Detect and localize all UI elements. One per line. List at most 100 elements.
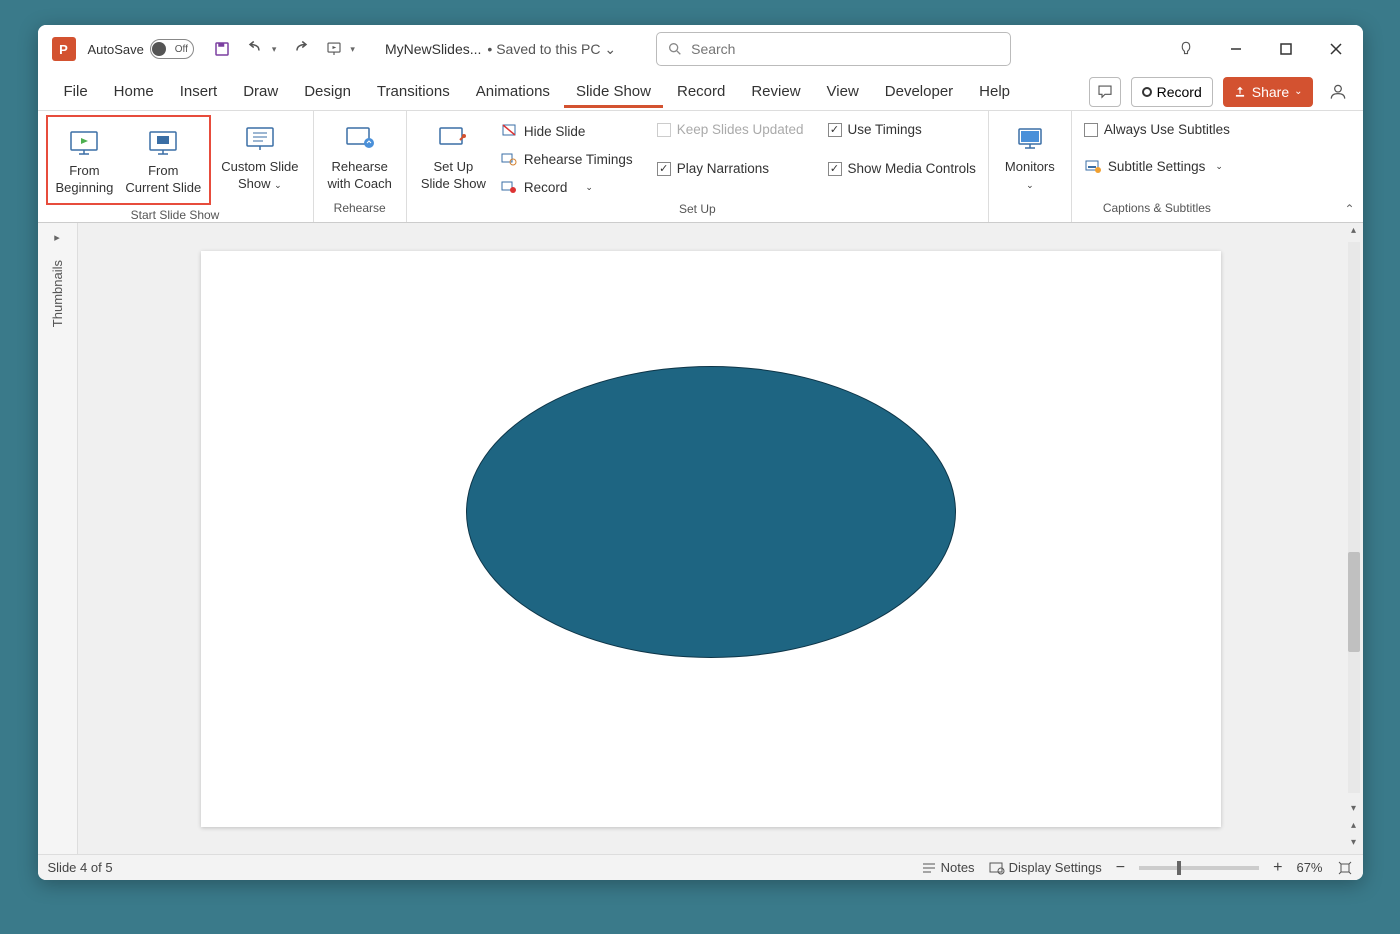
record-dropdown-button[interactable]: Record ⌄ bbox=[496, 175, 637, 199]
use-timings-checkbox[interactable]: Use Timings bbox=[824, 119, 980, 140]
tab-draw[interactable]: Draw bbox=[231, 75, 290, 108]
tab-view[interactable]: View bbox=[815, 75, 871, 108]
show-media-controls-checkbox[interactable]: Show Media Controls bbox=[824, 158, 980, 179]
minimize-button[interactable] bbox=[1225, 38, 1247, 60]
undo-button[interactable] bbox=[246, 39, 266, 59]
setup-col1: Hide Slide Rehearse Timings Record ⌄ bbox=[496, 115, 637, 199]
prev-slide-icon[interactable]: ▴ bbox=[1349, 818, 1358, 833]
share-button[interactable]: Share ⌄ bbox=[1223, 77, 1313, 107]
always-subtitles-label: Always Use Subtitles bbox=[1104, 122, 1230, 137]
checkbox-icon bbox=[828, 162, 842, 176]
thumbnail-panel[interactable]: ▸ Thumbnails bbox=[38, 223, 78, 854]
notes-button[interactable]: Notes bbox=[921, 860, 975, 875]
hide-slide-button[interactable]: Hide Slide bbox=[496, 119, 637, 143]
tab-file[interactable]: File bbox=[52, 75, 100, 108]
group-label-captions: Captions & Subtitles bbox=[1080, 198, 1234, 218]
toggle-knob bbox=[152, 42, 166, 56]
share-icon bbox=[1233, 85, 1247, 99]
slide-counter[interactable]: Slide 4 of 5 bbox=[48, 860, 113, 875]
subtitle-settings-icon bbox=[1084, 157, 1102, 175]
display-settings-button[interactable]: Display Settings bbox=[989, 860, 1102, 875]
account-icon[interactable] bbox=[1327, 81, 1349, 103]
slide-nav-arrows: ▾ ▴ ▾ bbox=[1349, 797, 1358, 854]
show-media-label: Show Media Controls bbox=[848, 161, 976, 176]
play-narrations-checkbox[interactable]: Play Narrations bbox=[653, 158, 808, 179]
chevron-down-icon: ⌄ bbox=[274, 180, 282, 190]
always-subtitles-checkbox[interactable]: Always Use Subtitles bbox=[1080, 119, 1234, 140]
file-name[interactable]: MyNewSlides... bbox=[385, 41, 481, 57]
work-area: ▸ Thumbnails ▴ ▾ ▴ ▾ bbox=[38, 223, 1363, 854]
zoom-slider-thumb[interactable] bbox=[1177, 861, 1181, 875]
tab-record[interactable]: Record bbox=[665, 75, 737, 108]
setup-col2: Keep Slides Updated Play Narrations bbox=[641, 115, 808, 179]
save-button[interactable] bbox=[212, 39, 232, 59]
from-beginning-button[interactable]: From Beginning bbox=[50, 119, 120, 201]
search-input[interactable] bbox=[691, 41, 1000, 57]
scroll-up-icon[interactable]: ▴ bbox=[1349, 223, 1358, 238]
rehearse-timings-label: Rehearse Timings bbox=[524, 152, 633, 167]
tab-animations[interactable]: Animations bbox=[464, 75, 562, 108]
collapse-ribbon-button[interactable]: ⌃ bbox=[1344, 202, 1354, 216]
autosave-control[interactable]: AutoSave Off bbox=[88, 39, 194, 59]
group-monitors: Monitors⌄ bbox=[989, 111, 1072, 222]
status-right: Notes Display Settings − + 67% bbox=[921, 859, 1353, 877]
oval-shape[interactable] bbox=[466, 366, 956, 658]
display-icon bbox=[989, 861, 1005, 875]
slide-canvas[interactable] bbox=[201, 251, 1221, 827]
tab-home[interactable]: Home bbox=[102, 75, 166, 108]
rehearse-timings-button[interactable]: Rehearse Timings bbox=[496, 147, 637, 171]
keep-slides-updated-checkbox[interactable]: Keep Slides Updated bbox=[653, 119, 808, 140]
lightbulb-icon[interactable] bbox=[1175, 38, 1197, 60]
undo-dropdown-icon[interactable]: ▾ bbox=[272, 44, 277, 55]
slide-canvas-area bbox=[78, 223, 1345, 854]
tab-review[interactable]: Review bbox=[739, 75, 812, 108]
zoom-in-button[interactable]: + bbox=[1273, 859, 1282, 877]
monitors-button[interactable]: Monitors⌄ bbox=[997, 115, 1063, 197]
setup-icon bbox=[437, 123, 469, 155]
rehearse-coach-icon bbox=[344, 123, 376, 155]
zoom-slider[interactable] bbox=[1139, 866, 1259, 870]
vertical-scrollbar[interactable]: ▴ ▾ ▴ ▾ bbox=[1345, 223, 1363, 854]
rehearse-with-coach-button[interactable]: Rehearse with Coach bbox=[322, 115, 398, 197]
qat-more-icon[interactable]: ▾ bbox=[350, 44, 355, 55]
tab-insert[interactable]: Insert bbox=[168, 75, 230, 108]
subtitle-settings-button[interactable]: Subtitle Settings ⌄ bbox=[1080, 154, 1234, 178]
zoom-out-button[interactable]: − bbox=[1116, 859, 1125, 877]
group-captions: Always Use Subtitles Subtitle Settings ⌄… bbox=[1072, 111, 1242, 222]
ribbon-content: From Beginning From Current Slide Custom… bbox=[38, 111, 1363, 223]
group-label-rehearse: Rehearse bbox=[322, 198, 398, 218]
tab-developer[interactable]: Developer bbox=[873, 75, 965, 108]
set-up-slide-show-button[interactable]: Set Up Slide Show bbox=[415, 115, 492, 197]
play-narrations-label: Play Narrations bbox=[677, 161, 769, 176]
tab-help[interactable]: Help bbox=[967, 75, 1022, 108]
autosave-state: Off bbox=[175, 44, 188, 55]
comments-button[interactable] bbox=[1089, 77, 1121, 107]
chevron-down-icon: ⌄ bbox=[1294, 86, 1302, 97]
saved-status[interactable]: • Saved to this PC ⌄ bbox=[487, 41, 616, 58]
share-label: Share bbox=[1252, 84, 1289, 100]
custom-slide-show-button[interactable]: Custom Slide Show ⌄ bbox=[215, 115, 304, 197]
scroll-track[interactable] bbox=[1348, 242, 1360, 793]
redo-button[interactable] bbox=[290, 39, 310, 59]
tab-transitions[interactable]: Transitions bbox=[365, 75, 462, 108]
checkbox-icon bbox=[828, 123, 842, 137]
next-slide-icon[interactable]: ▾ bbox=[1349, 835, 1358, 850]
tab-slide-show[interactable]: Slide Show bbox=[564, 75, 663, 108]
monitors-label: Monitors⌄ bbox=[1005, 159, 1055, 193]
present-from-start-button[interactable] bbox=[324, 39, 344, 59]
tab-design[interactable]: Design bbox=[292, 75, 363, 108]
close-button[interactable] bbox=[1325, 38, 1347, 60]
fit-to-window-button[interactable] bbox=[1337, 860, 1353, 876]
scroll-thumb[interactable] bbox=[1348, 552, 1360, 652]
search-box[interactable] bbox=[656, 32, 1011, 66]
group-rehearse: Rehearse with Coach Rehearse bbox=[314, 111, 407, 222]
autosave-toggle[interactable]: Off bbox=[150, 39, 194, 59]
expand-thumbnails-icon[interactable]: ▸ bbox=[54, 231, 60, 244]
scroll-down-icon[interactable]: ▾ bbox=[1349, 801, 1358, 816]
from-current-icon bbox=[147, 127, 179, 159]
hide-slide-icon bbox=[500, 122, 518, 140]
from-current-slide-button[interactable]: From Current Slide bbox=[119, 119, 207, 201]
zoom-level[interactable]: 67% bbox=[1296, 860, 1322, 875]
record-button[interactable]: Record bbox=[1131, 77, 1213, 107]
maximize-button[interactable] bbox=[1275, 38, 1297, 60]
